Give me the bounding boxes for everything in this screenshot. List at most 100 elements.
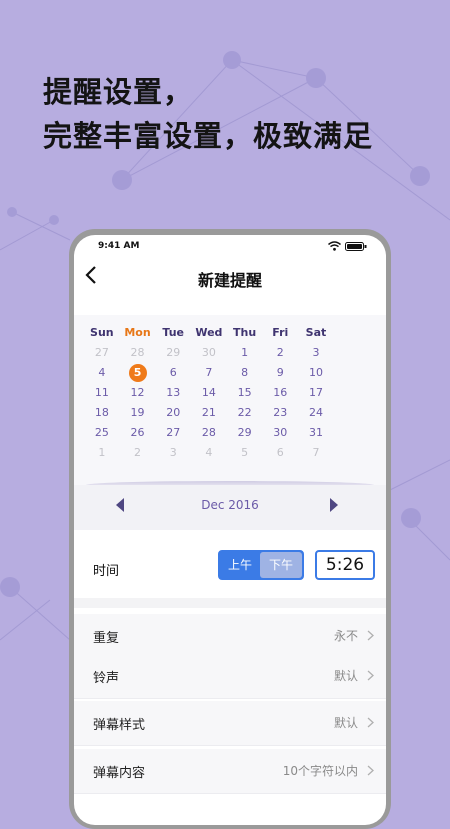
calendar-day-number: 9 (276, 366, 284, 379)
calendar-day[interactable]: 24 (298, 403, 334, 423)
calendar-day[interactable]: 12 (120, 383, 156, 403)
calendar-day[interactable]: 9 (262, 363, 298, 383)
calendar-week-row: 18 19 20 21 22 23 24 (84, 403, 384, 423)
weekday-label: Sat (305, 326, 327, 339)
phone-screen: 9:41 AM 新建提醒 Sun Mon Tue Wed Thu Fri Sat 27 28 2… (74, 235, 386, 825)
calendar-week-row: 27 28 29 30 1 2 3 (84, 343, 384, 363)
calendar-week-row: 4 5 6 7 8 9 10 (84, 363, 384, 383)
weekday-label: Fri (272, 326, 289, 339)
calendar-day-number: 4 (205, 446, 213, 459)
promo-headline: 提醒设置， 完整丰富设置，极致满足 (43, 70, 373, 158)
calendar-day-selected[interactable]: 5 (120, 363, 156, 383)
calendar-day-number: 5 (128, 364, 147, 382)
calendar-day[interactable]: 23 (262, 403, 298, 423)
calendar-day[interactable]: 6 (155, 363, 191, 383)
calendar-day-number: 1 (98, 446, 106, 459)
calendar-day-number: 18 (94, 406, 109, 419)
time-label: 时间 (93, 564, 120, 579)
calendar-day[interactable]: 5 (227, 443, 263, 463)
calendar-day[interactable]: 28 (191, 423, 227, 443)
calendar-week-row: 1 2 3 4 5 6 7 (84, 443, 384, 463)
calendar-day-number: 16 (273, 386, 288, 399)
calendar-day[interactable]: 26 (120, 423, 156, 443)
calendar-day[interactable]: 27 (84, 343, 120, 363)
calendar-day[interactable]: 19 (120, 403, 156, 423)
weekday-label: Thu (233, 326, 257, 339)
calendar-day-number: 12 (130, 386, 145, 399)
chevron-right-icon (367, 765, 374, 776)
calendar-day[interactable]: 28 (120, 343, 156, 363)
calendar-day[interactable]: 8 (227, 363, 263, 383)
calendar-day-number: 19 (130, 406, 145, 419)
wifi-icon (328, 241, 341, 251)
calendar-day-number: 23 (273, 406, 288, 419)
arrow-right-icon[interactable] (330, 498, 338, 512)
chevron-right-icon (367, 717, 374, 728)
calendar-day[interactable]: 27 (155, 423, 191, 443)
calendar-day[interactable]: 18 (84, 403, 120, 423)
setting-danmaku-style[interactable]: 弹幕样式 默认 (74, 701, 386, 746)
weekday-label: Wed (195, 326, 223, 339)
calendar-day[interactable]: 16 (262, 383, 298, 403)
chevron-right-icon (367, 630, 374, 641)
calendar-day-number: 24 (308, 406, 323, 419)
calendar-day-number: 4 (98, 366, 106, 379)
calendar-day[interactable]: 14 (191, 383, 227, 403)
setting-danmaku-content[interactable]: 弹幕内容 10个字符以内 (74, 749, 386, 794)
calendar-day-number: 29 (166, 346, 181, 359)
calendar-day[interactable]: 31 (298, 423, 334, 443)
calendar-day-number: 14 (201, 386, 216, 399)
calendar-day[interactable]: 10 (298, 363, 334, 383)
setting-label: 铃声 (93, 671, 120, 686)
calendar-day[interactable]: 2 (120, 443, 156, 463)
calendar-day-number: 3 (169, 446, 177, 459)
calendar-day[interactable]: 3 (298, 343, 334, 363)
calendar-day-number: 7 (205, 366, 213, 379)
calendar-day[interactable]: 30 (262, 423, 298, 443)
battery-icon (345, 242, 367, 251)
calendar-day[interactable]: 4 (84, 363, 120, 383)
calendar-day[interactable]: 13 (155, 383, 191, 403)
calendar-day[interactable]: 3 (155, 443, 191, 463)
page-title: 新建提醒 (197, 271, 262, 290)
setting-repeat[interactable]: 重复 永不 (74, 614, 386, 659)
calendar-day[interactable]: 1 (84, 443, 120, 463)
calendar-day[interactable]: 21 (191, 403, 227, 423)
pm-button[interactable]: 下午 (260, 552, 302, 578)
setting-value: 10个字符以内 (282, 764, 358, 778)
calendar-day[interactable]: 4 (191, 443, 227, 463)
calendar-day[interactable]: 29 (155, 343, 191, 363)
calendar-day[interactable]: 6 (262, 443, 298, 463)
calendar-day[interactable]: 2 (262, 343, 298, 363)
calendar-day[interactable]: 20 (155, 403, 191, 423)
month-label: Dec 2016 (201, 498, 259, 512)
calendar-day[interactable]: 11 (84, 383, 120, 403)
calendar-day[interactable]: 15 (227, 383, 263, 403)
calendar-day[interactable]: 22 (227, 403, 263, 423)
weekday-label: Mon (124, 326, 151, 339)
setting-value: 默认 (333, 669, 358, 683)
headline-line-1: 提醒设置， (43, 75, 194, 109)
calendar-day-number: 20 (166, 406, 181, 419)
am-pm-toggle: 上午 下午 (218, 550, 304, 580)
time-value-field[interactable]: 5:26 (315, 550, 375, 580)
am-button[interactable]: 上午 (220, 552, 260, 578)
weekday-label: Sun (90, 326, 114, 339)
calendar-day-number: 30 (201, 346, 216, 359)
calendar-day-number: 29 (237, 426, 252, 439)
calendar-day-number: 17 (308, 386, 323, 399)
calendar-grid: Sun Mon Tue Wed Thu Fri Sat 27 28 29 30 1 2 3 4 5 6 7 8 9 1… (74, 315, 386, 485)
setting-label: 弹幕样式 (93, 718, 146, 733)
calendar-week-row: 11 12 13 14 15 16 17 (84, 383, 384, 403)
calendar-day-number: 13 (166, 386, 181, 399)
calendar-day[interactable]: 17 (298, 383, 334, 403)
phone-frame: 9:41 AM 新建提醒 Sun Mon Tue Wed Thu Fri Sat 27 28 2… (69, 229, 391, 829)
calendar-day[interactable]: 7 (191, 363, 227, 383)
time-setting-row: 时间 上午 下午 5:26 (74, 538, 386, 598)
calendar-day[interactable]: 7 (298, 443, 334, 463)
calendar-day[interactable]: 30 (191, 343, 227, 363)
calendar-day[interactable]: 25 (84, 423, 120, 443)
calendar-day[interactable]: 1 (227, 343, 263, 363)
calendar-day[interactable]: 29 (227, 423, 263, 443)
setting-ringtone[interactable]: 铃声 默认 (74, 654, 386, 699)
